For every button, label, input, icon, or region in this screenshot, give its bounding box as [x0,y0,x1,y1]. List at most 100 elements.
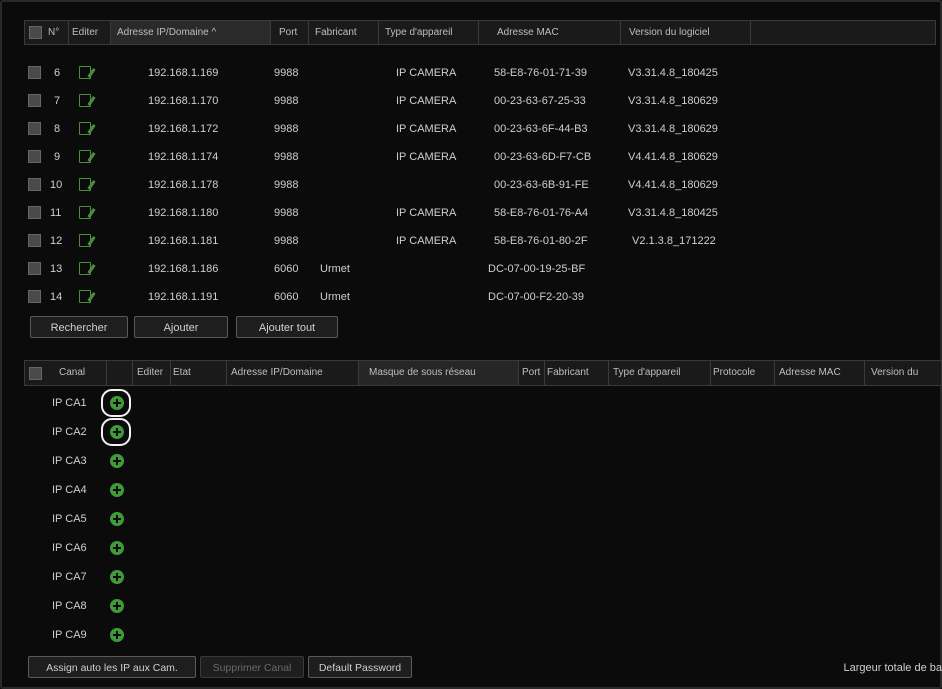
col-device-type[interactable]: Type d'appareil [609,361,711,385]
row-checkbox[interactable] [28,150,41,163]
highlight-circle [101,389,131,417]
row-version: V3.31.4.8_180629 [628,123,718,135]
add-all-button[interactable]: Ajouter tout [236,316,338,338]
add-camera-icon[interactable] [110,541,124,555]
delete-channel-button[interactable]: Supprimer Canal [200,656,304,678]
col-ip-domain[interactable]: Adresse IP/Domaine ^ [111,21,271,44]
col-edit[interactable]: Editer [133,361,171,385]
table-row[interactable]: 14 192.168.1.191 6060 Urmet DC-07-00-F2-… [24,283,936,311]
channel-row[interactable]: IP CA1 [52,388,172,418]
col-number[interactable]: N° [45,21,69,44]
table-row[interactable]: 6 192.168.1.169 9988 IP CAMERA 58-E8-76-… [24,59,936,87]
edit-icon[interactable] [79,234,91,247]
channel-row[interactable]: IP CA7 [52,562,172,592]
col-edit[interactable]: Editer [69,21,111,44]
auto-assign-button[interactable]: Assign auto les IP aux Cam. [28,656,196,678]
col-ip-domain[interactable]: Adresse IP/Domaine [227,361,359,385]
col-manufacturer[interactable]: Fabricant [309,21,379,44]
add-camera-icon[interactable] [110,483,124,497]
row-manufacturer: Urmet [320,263,350,275]
col-port[interactable]: Port [271,21,309,44]
table-row[interactable]: 13 192.168.1.186 6060 Urmet DC-07-00-19-… [24,255,936,283]
edit-icon[interactable] [79,290,91,303]
col-add[interactable] [107,361,133,385]
channel-table-header: Canal Editer Etat Adresse IP/Domaine Mas… [24,360,942,386]
row-checkbox[interactable] [28,94,41,107]
row-checkbox[interactable] [28,178,41,191]
default-password-button[interactable]: Default Password [308,656,412,678]
row-checkbox[interactable] [28,234,41,247]
search-button[interactable]: Rechercher [30,316,128,338]
row-port: 9988 [274,207,299,219]
row-version: V3.31.4.8_180629 [628,95,718,107]
row-checkbox[interactable] [28,122,41,135]
edit-icon[interactable] [79,94,91,107]
table-row[interactable]: 11 192.168.1.180 9988 IP CAMERA 58-E8-76… [24,199,936,227]
row-mac: 58-E8-76-01-80-2F [494,235,588,247]
row-number: 11 [50,207,62,219]
row-checkbox[interactable] [28,290,41,303]
channel-row[interactable]: IP CA2 [52,417,172,447]
row-port: 9988 [274,123,299,135]
channel-row[interactable]: IP CA9 [52,620,172,650]
row-port: 6060 [274,291,299,303]
add-camera-icon[interactable] [110,454,124,468]
row-ip: 192.168.1.174 [148,151,219,163]
col-subnet-mask[interactable]: Masque de sous réseau [359,361,519,385]
edit-icon[interactable] [79,262,91,275]
row-mac: 00-23-63-6F-44-B3 [494,123,588,135]
col-version[interactable]: Version du logiciel [621,21,751,44]
device-table-header: N° Editer Adresse IP/Domaine ^ Port Fabr… [24,20,936,45]
edit-icon[interactable] [79,206,91,219]
row-mac: 00-23-63-67-25-33 [494,95,586,107]
add-camera-icon[interactable] [110,512,124,526]
add-camera-icon[interactable] [110,628,124,642]
edit-icon[interactable] [79,178,91,191]
row-checkbox[interactable] [28,66,41,79]
row-version: V4.41.4.8_180629 [628,179,718,191]
col-mac[interactable]: Adresse MAC [479,21,621,44]
col-state[interactable]: Etat [171,361,227,385]
add-button[interactable]: Ajouter [134,316,228,338]
channel-label: IP CA4 [52,484,87,496]
row-ip: 192.168.1.181 [148,235,219,247]
row-version: V3.31.4.8_180425 [628,207,718,219]
channel-row[interactable]: IP CA4 [52,475,172,505]
edit-icon[interactable] [79,150,91,163]
channel-row[interactable]: IP CA8 [52,591,172,621]
row-ip: 192.168.1.180 [148,207,219,219]
col-protocol[interactable]: Protocole [711,361,775,385]
col-mac[interactable]: Adresse MAC [775,361,865,385]
edit-icon[interactable] [79,122,91,135]
col-manufacturer[interactable]: Fabricant [545,361,609,385]
channel-label: IP CA7 [52,571,87,583]
row-number: 9 [54,151,61,163]
table-row[interactable]: 10 192.168.1.178 9988 00-23-63-6B-91-FE … [24,171,936,199]
row-checkbox[interactable] [28,262,41,275]
row-checkbox[interactable] [28,206,41,219]
table-row[interactable]: 12 192.168.1.181 9988 IP CAMERA 58-E8-76… [24,227,936,255]
row-type: IP CAMERA [396,95,457,107]
add-camera-icon[interactable] [110,570,124,584]
row-number: 10 [50,179,63,191]
table-row[interactable]: 9 192.168.1.174 9988 IP CAMERA 00-23-63-… [24,143,936,171]
channel-row[interactable]: IP CA5 [52,504,172,534]
row-ip: 192.168.1.169 [148,67,219,79]
col-port[interactable]: Port [519,361,545,385]
row-version: V3.31.4.8_180425 [628,67,718,79]
edit-icon[interactable] [79,66,91,79]
table-row[interactable]: 7 192.168.1.170 9988 IP CAMERA 00-23-63-… [24,87,936,115]
table-row[interactable]: 8 192.168.1.172 9988 IP CAMERA 00-23-63-… [24,115,936,143]
row-type: IP CAMERA [396,151,457,163]
row-ip: 192.168.1.191 [148,291,219,303]
select-all-channels-checkbox[interactable] [29,367,42,380]
col-version[interactable]: Version du [865,361,942,385]
row-mac: 58-E8-76-01-71-39 [494,67,587,79]
col-channel[interactable]: Canal [45,361,107,385]
channel-row[interactable]: IP CA3 [52,446,172,476]
col-device-type[interactable]: Type d'appareil [379,21,479,44]
channel-row[interactable]: IP CA6 [52,533,172,563]
row-version: V2.1.3.8_171222 [632,235,716,247]
select-all-checkbox[interactable] [29,26,42,39]
add-camera-icon[interactable] [110,599,124,613]
